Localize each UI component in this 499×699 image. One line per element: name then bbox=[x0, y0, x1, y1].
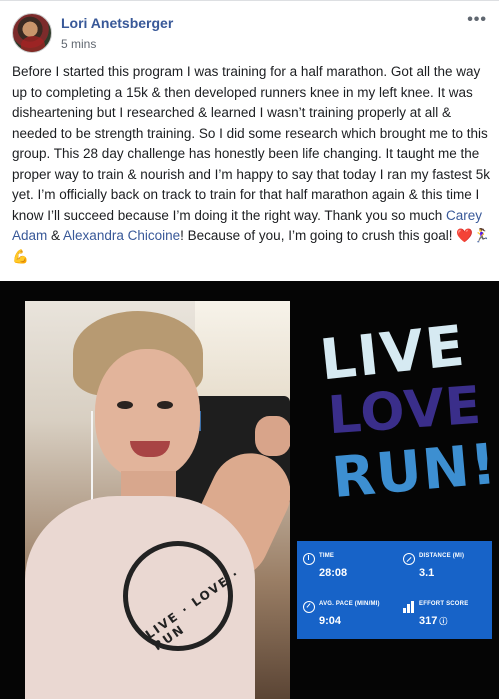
post-text-part: Before I started this program I was trai… bbox=[12, 64, 490, 223]
stat-label: TIME bbox=[319, 553, 335, 559]
more-horizontal-icon[interactable]: ••• bbox=[467, 11, 487, 29]
post-photo[interactable]: LIVE · LOVE · RUN LIVE LOVE RUN! TIME 28… bbox=[0, 281, 499, 699]
post-text-part: & bbox=[47, 228, 64, 243]
stat-value: 28:08 bbox=[319, 567, 348, 579]
stat-label: EFFORT SCORE bbox=[419, 601, 469, 607]
post-timestamp[interactable]: 5 mins bbox=[61, 37, 96, 51]
stat-pace: AVG. PACE (MIN/MI) 9:04 bbox=[297, 593, 392, 638]
eye bbox=[157, 401, 173, 409]
stat-effort: EFFORT SCORE 317 ⓘ bbox=[397, 593, 492, 638]
stat-distance: DISTANCE (MI) 3.1 bbox=[397, 545, 492, 590]
live-love-run-logo: LIVE LOVE RUN! bbox=[317, 314, 499, 521]
fist bbox=[255, 416, 290, 456]
stat-value: 317 ⓘ bbox=[419, 615, 447, 627]
stat-time: TIME 28:08 bbox=[297, 545, 392, 590]
clock-icon bbox=[303, 553, 315, 565]
post-header: Lori Anetsberger 5 mins ••• bbox=[12, 11, 487, 53]
stat-value: 9:04 bbox=[319, 615, 342, 627]
facebook-post: Lori Anetsberger 5 mins ••• Before I sta… bbox=[0, 0, 499, 699]
stat-label: AVG. PACE (MIN/MI) bbox=[319, 601, 380, 607]
selfie-image: LIVE · LOVE · RUN bbox=[25, 301, 290, 699]
pace-icon bbox=[303, 601, 315, 613]
info-icon: ⓘ bbox=[439, 617, 448, 626]
window-background bbox=[195, 301, 290, 411]
distance-icon bbox=[403, 553, 415, 565]
bar-chart-icon bbox=[403, 601, 415, 613]
author-avatar[interactable] bbox=[12, 13, 52, 53]
post-text: Before I started this program I was trai… bbox=[12, 62, 490, 267]
mention-link[interactable]: Alexandra Chicoine bbox=[63, 228, 180, 243]
stat-label: DISTANCE (MI) bbox=[419, 553, 465, 559]
logo-line-run: RUN! bbox=[329, 431, 499, 512]
face bbox=[95, 349, 200, 479]
effort-number: 317 bbox=[419, 615, 438, 627]
eye bbox=[117, 401, 133, 409]
author-name[interactable]: Lori Anetsberger bbox=[61, 15, 173, 31]
run-stats-panel: TIME 28:08 DISTANCE (MI) 3.1 AVG. PACE (… bbox=[297, 541, 492, 639]
stat-value: 3.1 bbox=[419, 567, 435, 579]
